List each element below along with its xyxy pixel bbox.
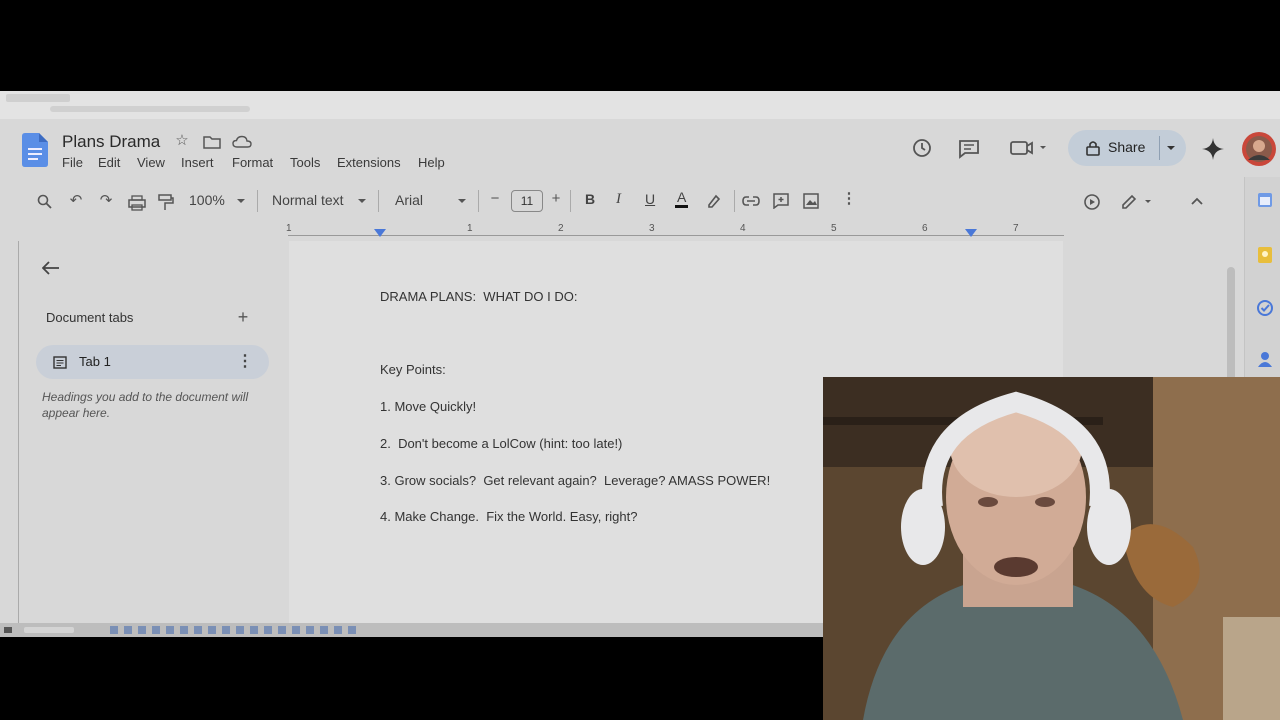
tab-options-icon[interactable]: ⋮ [237, 351, 253, 371]
horizontal-ruler[interactable]: 1 1 2 3 4 5 6 7 [286, 223, 1064, 241]
menu-format[interactable]: Format [232, 155, 273, 170]
lock-icon [1086, 141, 1100, 156]
italic-icon[interactable]: I [616, 191, 621, 208]
ruler-tick-label: 1 [467, 223, 473, 234]
address-bar[interactable] [50, 106, 250, 112]
taskbar-app-icons[interactable] [110, 626, 360, 634]
ruler-baseline [288, 235, 1064, 236]
editing-mode-icon[interactable] [1121, 194, 1157, 210]
taskbar [0, 623, 830, 637]
docs-logo-icon[interactable] [22, 133, 48, 167]
start-icon[interactable] [4, 627, 12, 633]
increase-font-size-icon[interactable]: + [548, 190, 564, 207]
comments-icon[interactable] [958, 139, 980, 159]
taskbar-search[interactable] [24, 627, 74, 633]
bold-icon[interactable]: B [585, 191, 595, 207]
add-tab-icon[interactable]: + [234, 307, 252, 328]
keep-icon[interactable] [1257, 246, 1273, 264]
toolbar-divider [570, 190, 571, 212]
menu-help[interactable]: Help [418, 155, 445, 170]
ai-assist-icon[interactable] [1083, 193, 1101, 211]
menu-insert[interactable]: Insert [181, 155, 214, 170]
avatar[interactable] [1240, 130, 1278, 168]
star-icon[interactable]: ☆ [172, 131, 192, 149]
ruler-tick-label: 4 [740, 223, 746, 234]
formatting-toolbar-right: + B I U A ⋮ [0, 182, 1280, 218]
calendar-icon[interactable] [1257, 192, 1273, 208]
vertical-ruler [12, 241, 19, 623]
menu-extensions[interactable]: Extensions [337, 155, 401, 170]
insert-image-icon[interactable] [803, 193, 819, 209]
document-title[interactable]: Plans Drama [62, 132, 160, 152]
ruler-tick-label: 2 [558, 223, 564, 234]
back-arrow-icon[interactable] [42, 261, 60, 275]
tasks-icon[interactable] [1257, 300, 1273, 316]
underline-icon[interactable]: U [645, 191, 655, 207]
meet-icon[interactable] [1010, 140, 1050, 156]
share-divider [1159, 136, 1160, 160]
list-item[interactable]: 4. Make Change. Fix the World. Easy, rig… [380, 509, 637, 524]
contacts-icon[interactable] [1258, 351, 1272, 367]
browser-tab-strip [0, 91, 1280, 119]
menu-view[interactable]: View [137, 155, 165, 170]
text-color-icon[interactable]: A [675, 190, 689, 208]
right-indent-marker-icon[interactable] [965, 229, 977, 239]
ruler-tick-label: 6 [922, 223, 928, 234]
cloud-saved-icon[interactable] [232, 135, 252, 149]
highlight-icon[interactable] [706, 193, 722, 209]
add-comment-icon[interactable] [773, 193, 789, 209]
gemini-sparkle-icon[interactable] [1201, 137, 1225, 161]
menu-edit[interactable]: Edit [98, 155, 120, 170]
document-heading[interactable]: DRAMA PLANS: WHAT DO I DO: [380, 289, 577, 304]
tab-document-icon [53, 356, 67, 369]
list-item[interactable]: 1. Move Quickly! [380, 399, 476, 414]
collapse-menus-icon[interactable] [1190, 196, 1204, 206]
ruler-tick-label: 1 [286, 223, 292, 234]
webcam-feed [823, 377, 1280, 720]
version-history-icon[interactable] [911, 138, 933, 158]
menu-tools[interactable]: Tools [290, 155, 320, 170]
tab-label: Tab 1 [79, 354, 111, 369]
document-subheading[interactable]: Key Points: [380, 362, 446, 377]
ruler-tick-label: 7 [1013, 223, 1019, 234]
move-folder-icon[interactable] [203, 135, 221, 149]
share-button[interactable]: Share [1068, 130, 1186, 166]
more-options-icon[interactable]: ⋮ [840, 189, 858, 207]
left-indent-marker-icon[interactable] [374, 229, 386, 239]
document-tabs-title: Document tabs [46, 310, 134, 325]
webcam-overlay [823, 377, 1280, 720]
list-item[interactable]: 2. Don't become a LolCow (hint: too late… [380, 436, 622, 451]
outline-hint: Headings you add to the document will ap… [42, 390, 249, 420]
menu-file[interactable]: File [62, 155, 83, 170]
list-item[interactable]: 3. Grow socials? Get relevant again? Lev… [380, 473, 770, 488]
vertical-scrollbar[interactable] [1227, 267, 1235, 387]
ruler-tick-label: 3 [649, 223, 655, 234]
browser-tab[interactable] [6, 94, 70, 102]
toolbar-divider [734, 190, 735, 212]
document-tab-item[interactable]: Tab 1 ⋮ [36, 345, 269, 379]
share-label: Share [1108, 139, 1146, 155]
insert-link-icon[interactable] [742, 195, 760, 207]
ruler-tick-label: 5 [831, 223, 837, 234]
share-dropdown-icon[interactable] [1166, 145, 1176, 151]
